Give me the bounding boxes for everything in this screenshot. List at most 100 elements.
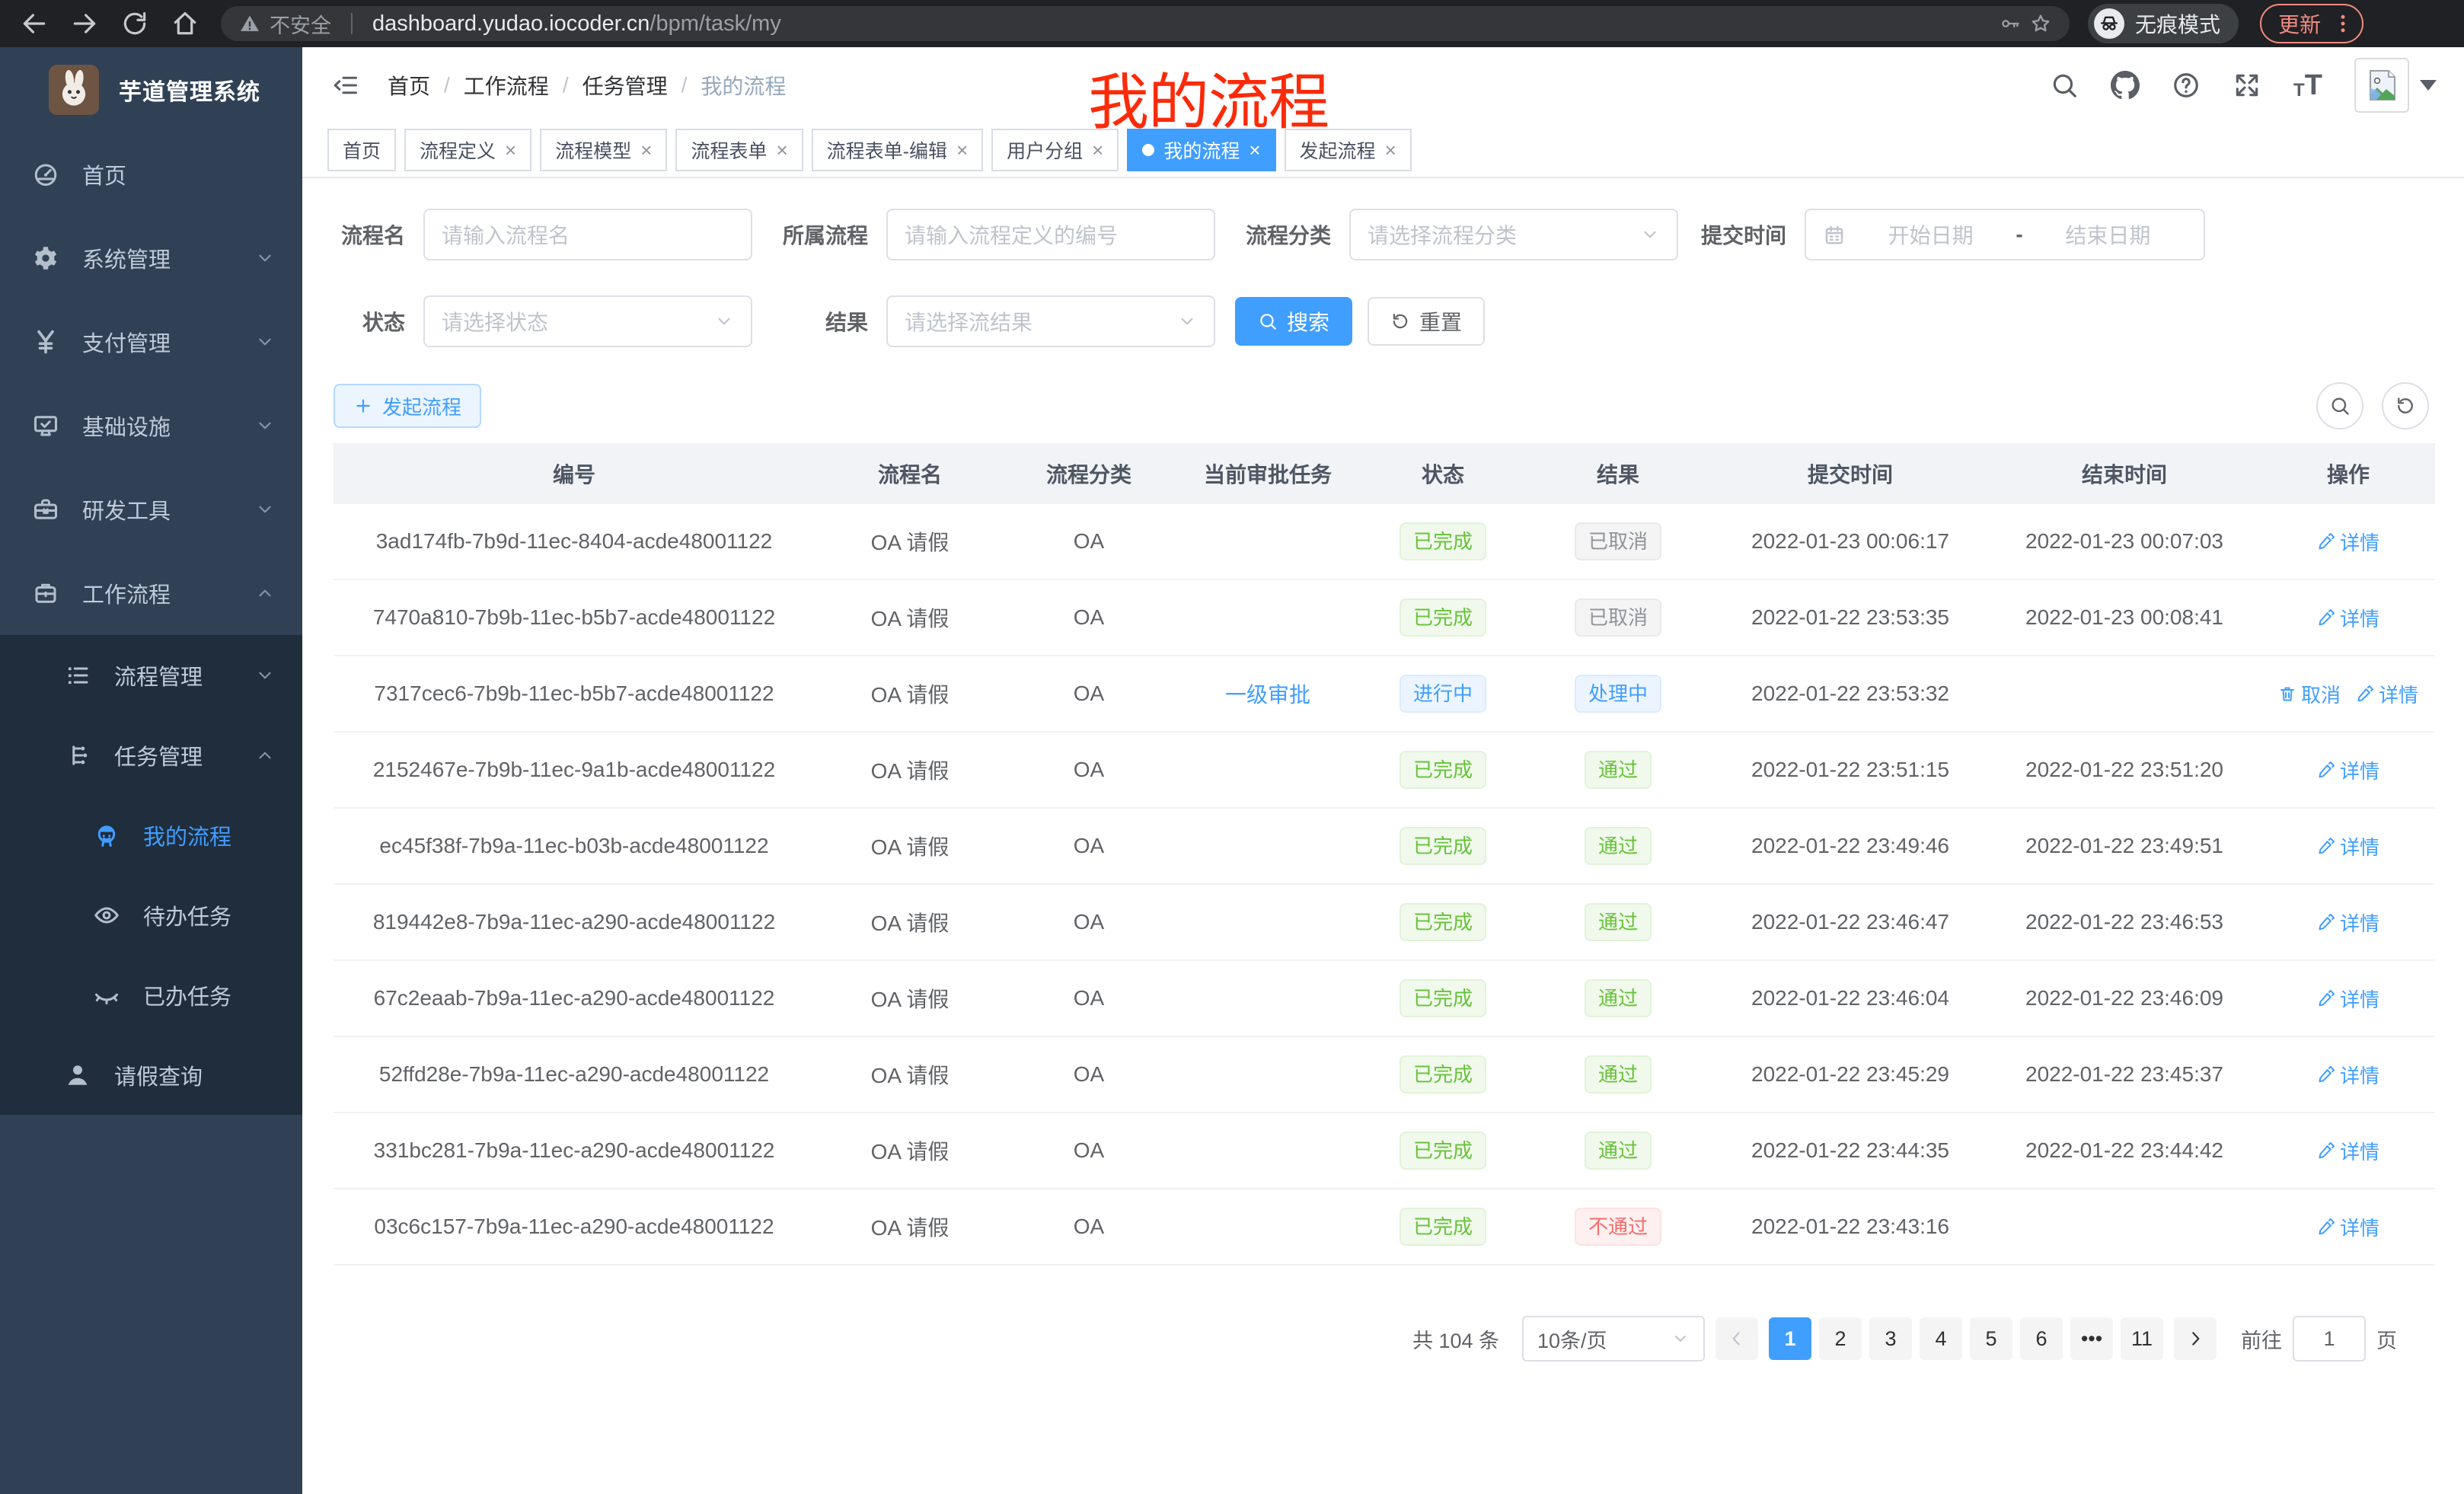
close-tab-icon[interactable]: × bbox=[640, 140, 652, 160]
browser-menu-icon[interactable] bbox=[2332, 12, 2354, 35]
view-tab[interactable]: 流程模型× bbox=[540, 129, 667, 171]
sidebar-item-6[interactable]: 流程管理 bbox=[0, 635, 302, 715]
page-number: 1 bbox=[1784, 1327, 1795, 1351]
page-number-button[interactable]: 6 bbox=[2020, 1317, 2063, 1360]
caret-down-icon[interactable] bbox=[2420, 80, 2437, 91]
detail-action-link[interactable]: 详情 bbox=[2317, 1213, 2379, 1241]
cell-status: 已完成 bbox=[1363, 885, 1523, 959]
process-definition-input[interactable]: 请输入流程定义的编号 bbox=[886, 209, 1215, 260]
browser-forward-icon[interactable] bbox=[70, 9, 99, 38]
browser-toolbar: 不安全 dashboard.yudao.iocoder.cn/bpm/task/… bbox=[0, 0, 2464, 47]
result-select[interactable]: 请选择流结果 bbox=[886, 295, 1215, 347]
table-row: 7317cec6-7b9b-11ec-b5b7-acde48001122OA 请… bbox=[334, 656, 2435, 733]
cell-process-id: 67c2eaab-7b9a-11ec-a290-acde48001122 bbox=[334, 961, 815, 1036]
page-number-button[interactable]: 11 bbox=[2121, 1317, 2163, 1360]
cell-current-task bbox=[1173, 1037, 1363, 1112]
sidebar-item-9[interactable]: 待办任务 bbox=[0, 875, 302, 955]
close-tab-icon[interactable]: × bbox=[1249, 140, 1260, 160]
close-tab-icon[interactable]: × bbox=[776, 140, 787, 160]
search-button[interactable]: 搜索 bbox=[1235, 297, 1352, 346]
cell-current-task bbox=[1173, 1189, 1363, 1264]
sidebar-item-10[interactable]: 已办任务 bbox=[0, 955, 302, 1035]
app-logo[interactable]: 芋道管理系统 bbox=[0, 47, 302, 132]
page-number-button[interactable]: 1 bbox=[1769, 1317, 1811, 1360]
detail-action-link[interactable]: 详情 bbox=[2317, 832, 2379, 860]
sidebar-item-4[interactable]: 研发工具 bbox=[0, 468, 302, 551]
browser-update-button[interactable]: 更新 bbox=[2260, 4, 2363, 43]
breadcrumb-item[interactable]: 任务管理 bbox=[582, 70, 668, 101]
cell-process-name: OA 请假 bbox=[815, 809, 1005, 883]
sidebar-item-label: 首页 bbox=[82, 158, 126, 190]
view-tab[interactable]: 流程表单× bbox=[675, 129, 803, 171]
sidebar-item-2[interactable]: 支付管理 bbox=[0, 300, 302, 384]
avatar[interactable] bbox=[2354, 58, 2409, 113]
detail-action-link[interactable]: 详情 bbox=[2317, 528, 2379, 556]
view-tab[interactable]: 流程定义× bbox=[404, 129, 531, 171]
category-select[interactable]: 请选择流程分类 bbox=[1349, 209, 1678, 260]
toggle-search-button[interactable] bbox=[2316, 382, 2363, 429]
detail-action-link[interactable]: 详情 bbox=[2317, 1061, 2379, 1089]
detail-action-link[interactable]: 详情 bbox=[2317, 756, 2379, 784]
fullscreen-icon[interactable] bbox=[2233, 71, 2261, 100]
update-label: 更新 bbox=[2278, 8, 2321, 39]
browser-back-icon[interactable] bbox=[20, 9, 49, 38]
address-bar[interactable]: 不安全 dashboard.yudao.iocoder.cn/bpm/task/… bbox=[221, 6, 2070, 41]
close-tab-icon[interactable]: × bbox=[1385, 140, 1396, 160]
cancel-action-link[interactable]: 取消 bbox=[2278, 680, 2341, 708]
detail-action-link[interactable]: 详情 bbox=[2317, 604, 2379, 632]
cell-end-time: 2022-01-22 23:45:37 bbox=[1987, 1037, 2261, 1112]
page-number-button[interactable]: 2 bbox=[1819, 1317, 1862, 1360]
page-ellipsis-button[interactable]: ••• bbox=[2070, 1317, 2113, 1360]
breadcrumb-item[interactable]: 首页 bbox=[388, 70, 430, 101]
browser-home-icon[interactable] bbox=[171, 9, 199, 38]
security-warning-icon[interactable] bbox=[239, 13, 260, 34]
sidebar-toggle-icon[interactable] bbox=[330, 72, 362, 99]
create-process-button[interactable]: 发起流程 bbox=[334, 384, 481, 428]
page-number-button[interactable]: 4 bbox=[1920, 1317, 1962, 1360]
detail-action-link[interactable]: 详情 bbox=[2317, 985, 2379, 1013]
close-tab-icon[interactable]: × bbox=[505, 140, 516, 160]
page-number-button[interactable]: 3 bbox=[1869, 1317, 1912, 1360]
sidebar-item-0[interactable]: 首页 bbox=[0, 132, 302, 216]
yen-icon bbox=[32, 328, 59, 356]
user-menu[interactable] bbox=[2354, 58, 2437, 113]
github-icon[interactable] bbox=[2111, 71, 2140, 100]
refresh-table-button[interactable] bbox=[2382, 382, 2429, 429]
sidebar-item-5[interactable]: 工作流程 bbox=[0, 551, 302, 635]
sidebar-item-3[interactable]: 基础设施 bbox=[0, 384, 302, 468]
close-tab-icon[interactable]: × bbox=[956, 140, 968, 160]
detail-action-link[interactable]: 详情 bbox=[2317, 1137, 2379, 1165]
sidebar-item-1[interactable]: 系统管理 bbox=[0, 216, 302, 300]
sidebar-item-8[interactable]: 我的流程 bbox=[0, 795, 302, 875]
sidebar-item-11[interactable]: 请假查询 bbox=[0, 1035, 302, 1115]
cell-result: 不通过 bbox=[1523, 1189, 1713, 1264]
next-page-button[interactable] bbox=[2174, 1317, 2217, 1360]
font-size-icon[interactable]: TT bbox=[2293, 71, 2322, 100]
submit-time-range-picker[interactable]: 开始日期 - 结束日期 bbox=[1805, 209, 2205, 260]
browser-reload-icon[interactable] bbox=[120, 9, 149, 38]
status-select[interactable]: 请选择状态 bbox=[423, 295, 752, 347]
process-name-input[interactable]: 请输入流程名 bbox=[423, 209, 752, 260]
page-jumper-input[interactable]: 1 bbox=[2293, 1316, 2366, 1362]
detail-action-link[interactable]: 详情 bbox=[2356, 680, 2418, 708]
close-tab-icon[interactable]: × bbox=[1092, 140, 1103, 160]
cell-actions: 取消详情 bbox=[2261, 656, 2435, 731]
pagination-total: 共 104 条 bbox=[1412, 1324, 1499, 1354]
help-icon[interactable] bbox=[2172, 71, 2201, 100]
eye-closed-icon bbox=[93, 982, 120, 1009]
prev-page-button[interactable] bbox=[1716, 1317, 1758, 1360]
sidebar-item-7[interactable]: 任务管理 bbox=[0, 715, 302, 795]
view-tab[interactable]: 流程表单-编辑× bbox=[812, 129, 984, 171]
bookmark-star-icon[interactable] bbox=[2030, 13, 2051, 34]
reset-button[interactable]: 重置 bbox=[1368, 297, 1485, 346]
current-task-link[interactable]: 一级审批 bbox=[1225, 678, 1310, 709]
sidebar-item-label: 我的流程 bbox=[143, 819, 231, 851]
page-size-select[interactable]: 10条/页 bbox=[1522, 1316, 1705, 1362]
breadcrumb-item[interactable]: 工作流程 bbox=[464, 70, 549, 101]
password-key-icon[interactable] bbox=[2000, 13, 2021, 34]
view-tab[interactable]: 首页 bbox=[327, 129, 396, 171]
header-search-icon[interactable] bbox=[2050, 71, 2079, 100]
table-row: 52ffd28e-7b9a-11ec-a290-acde48001122OA 请… bbox=[334, 1037, 2435, 1113]
detail-action-link[interactable]: 详情 bbox=[2317, 908, 2379, 937]
page-number-button[interactable]: 5 bbox=[1970, 1317, 2012, 1360]
